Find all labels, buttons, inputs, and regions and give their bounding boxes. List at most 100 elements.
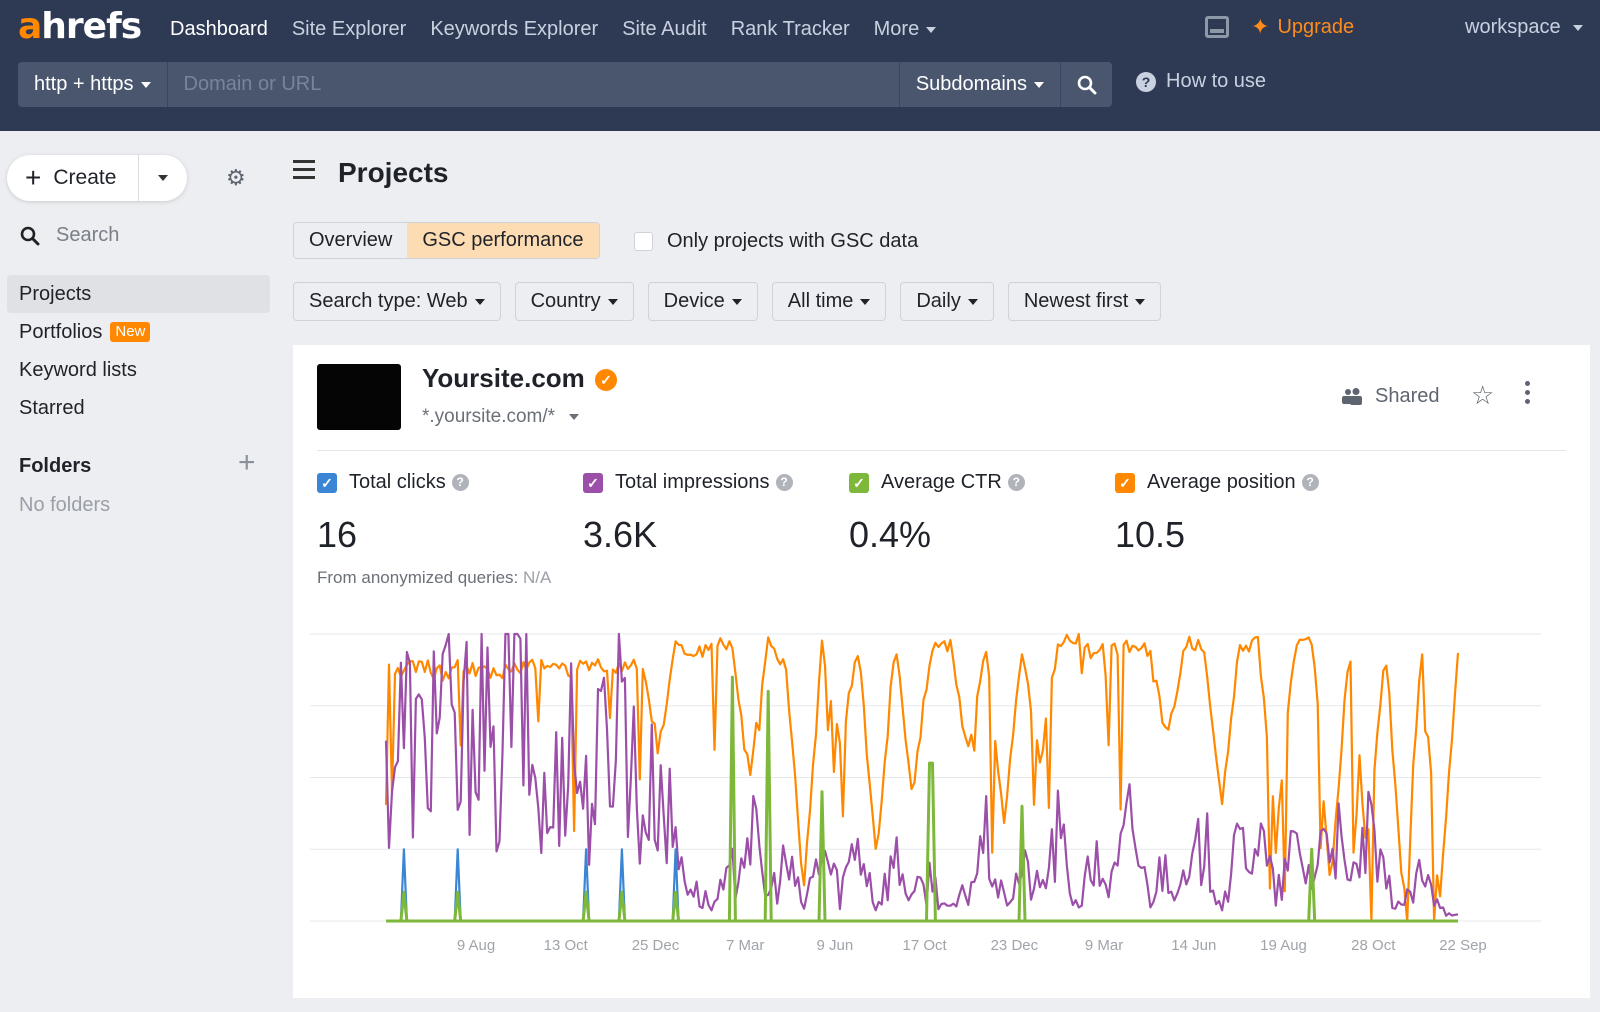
filter-granularity[interactable]: Daily: [900, 282, 994, 321]
tab-overview[interactable]: Overview: [294, 223, 408, 258]
metric-toggle[interactable]: ✓ Total impressions?: [583, 471, 793, 494]
shared-button[interactable]: Shared: [1341, 385, 1440, 408]
how-to-use-link[interactable]: ? How to use: [1136, 70, 1266, 93]
caret-down-icon: [1034, 81, 1044, 88]
protocol-dropdown[interactable]: http + https: [18, 62, 168, 107]
metric-total-impressions: ✓ Total impressions? 3.6K: [583, 471, 793, 556]
x-tick-label: 17 Oct: [903, 937, 948, 954]
more-options-icon[interactable]: [1525, 381, 1531, 408]
create-button[interactable]: + Create: [7, 155, 139, 201]
view-tabs: Overview GSC performance: [293, 222, 600, 259]
filter-country[interactable]: Country: [514, 282, 634, 321]
add-folder-icon[interactable]: +: [238, 446, 256, 480]
inbox-icon[interactable]: [1205, 16, 1229, 38]
caret-down-icon: [731, 298, 742, 305]
nav-rank-tracker[interactable]: Rank Tracker: [719, 14, 862, 44]
checkbox-checked-icon[interactable]: ✓: [317, 472, 337, 493]
sidebar-search-label: Search: [56, 224, 120, 246]
search-icon: [1077, 75, 1096, 94]
sidebar-item-keyword-lists[interactable]: Keyword lists: [7, 351, 270, 389]
users-icon: [1342, 387, 1362, 405]
main-nav: Dashboard Site Explorer Keywords Explore…: [158, 14, 948, 44]
nav-dashboard[interactable]: Dashboard: [158, 14, 280, 44]
help-icon[interactable]: ?: [775, 474, 793, 491]
x-tick-label: 9 Aug: [457, 937, 495, 954]
help-icon[interactable]: ?: [1007, 474, 1025, 491]
create-label: Create: [53, 166, 117, 189]
search-button[interactable]: [1060, 62, 1112, 107]
star-icon[interactable]: ☆: [1471, 380, 1494, 411]
caret-down-icon: [474, 298, 485, 305]
metric-label: Total impressions: [615, 471, 770, 493]
x-tick-label: 9 Mar: [1085, 937, 1123, 954]
question-circle-icon: ?: [1136, 71, 1156, 92]
filter-label: All time: [787, 290, 854, 312]
create-button-group: + Create: [7, 155, 187, 201]
filter-sort[interactable]: Newest first: [1007, 282, 1162, 321]
x-tick-label: 23 Dec: [991, 937, 1039, 954]
nav-more-dropdown[interactable]: More: [862, 14, 949, 44]
url-pattern: *.yoursite.com/*: [422, 406, 556, 427]
checkbox-unchecked[interactable]: [634, 232, 653, 251]
checkbox-checked-icon[interactable]: ✓: [1115, 472, 1135, 493]
caret-down-icon: [860, 298, 871, 305]
sidebar-nav: Projects Portfolios New Keyword lists Sta…: [7, 275, 270, 427]
filter-date-range[interactable]: All time: [771, 282, 887, 321]
metric-toggle[interactable]: ✓ Average CTR?: [849, 471, 1025, 494]
hamburger-menu-icon[interactable]: [293, 160, 315, 184]
filter-search-type[interactable]: Search type: Web: [293, 282, 501, 321]
help-icon[interactable]: ?: [1301, 474, 1319, 491]
sidebar-item-projects[interactable]: Projects: [7, 275, 270, 313]
x-tick-label: 25 Dec: [632, 937, 680, 954]
series-line-total-impressions: [384, 632, 1459, 917]
folders-heading: Folders: [19, 455, 92, 477]
sidebar-search[interactable]: Search: [20, 224, 119, 247]
caret-down-icon: [569, 413, 580, 420]
mode-dropdown[interactable]: Subdomains: [898, 62, 1060, 107]
metric-value: 16: [317, 514, 358, 555]
only-gsc-label: Only projects with GSC data: [667, 230, 919, 252]
x-tick-label: 7 Mar: [726, 937, 764, 954]
url-pattern-dropdown[interactable]: *.yoursite.com/*: [422, 406, 580, 428]
checkbox-checked-icon[interactable]: ✓: [583, 472, 603, 493]
sidebar-item-starred[interactable]: Starred: [7, 389, 270, 427]
metric-toggle[interactable]: ✓ Average position?: [1115, 471, 1319, 494]
x-tick-label: 28 Oct: [1351, 937, 1396, 954]
upgrade-label: Upgrade: [1277, 15, 1355, 38]
create-dropdown-toggle[interactable]: [139, 155, 187, 201]
metric-total-clicks: ✓ Total clicks? 16: [317, 471, 469, 556]
domain-url-input[interactable]: [167, 62, 899, 107]
filter-device[interactable]: Device: [647, 282, 758, 321]
nav-keywords-explorer[interactable]: Keywords Explorer: [418, 14, 610, 44]
protocol-label: http + https: [34, 73, 134, 95]
ahrefs-logo[interactable]: ahrefs: [18, 6, 142, 47]
sidebar-item-portfolios[interactable]: Portfolios New: [7, 313, 270, 351]
verified-badge-icon: ✓: [595, 369, 617, 391]
only-gsc-checkbox[interactable]: Only projects with GSC data: [634, 230, 918, 253]
nav-site-explorer[interactable]: Site Explorer: [280, 14, 419, 44]
caret-down-icon: [607, 298, 618, 305]
metric-toggle[interactable]: ✓ Total clicks?: [317, 471, 469, 494]
caret-down-icon: [1135, 298, 1146, 305]
filter-label: Device: [663, 290, 725, 312]
filter-label: Newest first: [1023, 290, 1129, 312]
project-name[interactable]: Yoursite.com: [422, 363, 585, 394]
filter-label: Daily: [916, 290, 961, 312]
help-icon[interactable]: ?: [451, 474, 469, 491]
metric-label: Total clicks: [349, 471, 446, 493]
gsc-performance-chart[interactable]: 9 Aug 13 Oct 25 Dec 7 Mar 9 Jun 17 Oct 23 Dec 9…: [293, 615, 1590, 995]
filter-bar: Search type: Web Country Device All time…: [293, 282, 1162, 321]
metric-label: Average CTR: [881, 471, 1002, 493]
filter-label: Country: [530, 290, 601, 312]
caret-down-icon: [140, 81, 151, 88]
settings-gear-icon[interactable]: ⚙: [226, 165, 246, 191]
plus-icon: +: [25, 162, 42, 193]
nav-site-audit[interactable]: Site Audit: [610, 14, 719, 44]
sidebar-item-label: Portfolios: [19, 321, 103, 343]
search-icon: [20, 226, 40, 245]
upgrade-button[interactable]: ✦ Upgrade: [1251, 14, 1354, 40]
checkbox-checked-icon[interactable]: ✓: [849, 472, 869, 493]
workspace-dropdown[interactable]: workspace: [1465, 12, 1583, 42]
x-tick-label: 13 Oct: [544, 937, 589, 954]
tab-gsc-performance[interactable]: GSC performance: [407, 223, 599, 258]
